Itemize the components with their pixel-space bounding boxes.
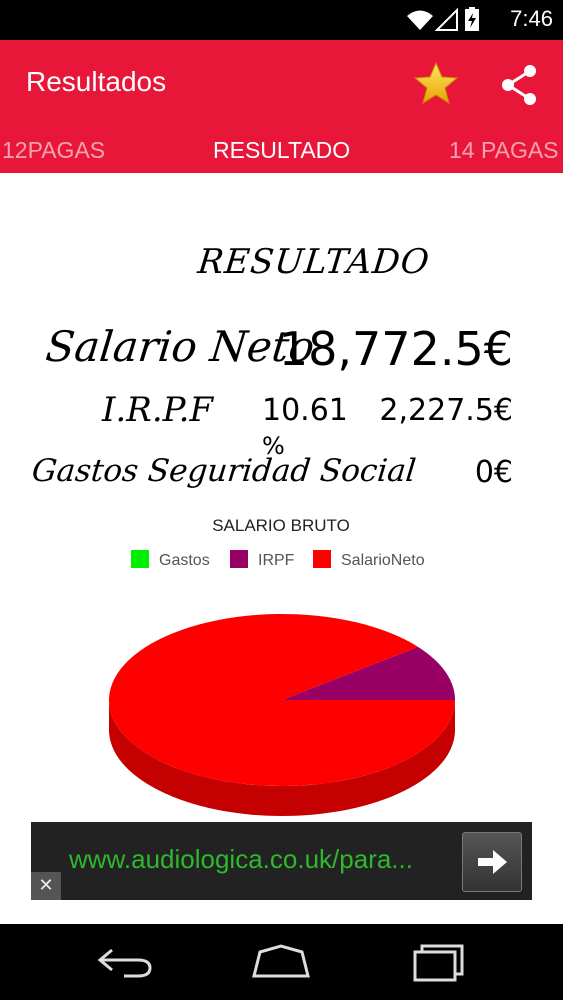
star-icon[interactable]	[412, 60, 460, 108]
ad-arrow-button[interactable]	[462, 832, 522, 892]
tab-resultado[interactable]: RESULTADO	[213, 137, 350, 164]
ad-link[interactable]: www.audiologica.co.uk/para...	[69, 844, 413, 875]
close-icon: ✕	[38, 875, 54, 896]
home-icon[interactable]	[250, 944, 312, 980]
legend-label-irpf: IRPF	[258, 552, 295, 569]
chart-title: SALARIO BRUTO	[212, 516, 350, 535]
arrow-right-icon	[478, 850, 507, 874]
app-bar: Resultados 12PAGAS RESULTADO 14 PAGAS	[0, 40, 563, 173]
salario-neto-value: 18,772.5€	[278, 322, 513, 376]
chart-legend: Gastos IRPF SalarioNeto	[131, 550, 425, 569]
pie-slice-salarioneto	[108, 614, 456, 786]
pie-chart-svg: SALARIO BRUTO Gastos IRPF SalarioNeto	[108, 516, 456, 816]
tab-12pagas[interactable]: 12PAGAS	[2, 137, 105, 164]
tab-14pagas[interactable]: 14 PAGAS	[449, 137, 559, 164]
legend-label-salarioneto: SalarioNeto	[341, 552, 425, 569]
status-icons	[407, 7, 479, 31]
navigation-bar	[0, 924, 563, 1000]
ad-banner[interactable]: www.audiologica.co.uk/para...	[31, 822, 532, 900]
salario-neto-label: Salario Neto	[43, 322, 317, 371]
gastos-value: 0€	[474, 455, 513, 490]
back-icon[interactable]	[94, 944, 156, 980]
share-icon[interactable]	[496, 62, 542, 108]
status-bar: 7:46	[0, 0, 563, 40]
recents-icon[interactable]	[410, 942, 468, 982]
legend-swatch-irpf	[230, 550, 248, 568]
battery-icon	[465, 7, 479, 31]
legend-swatch-gastos	[131, 550, 149, 568]
legend-label-gastos: Gastos	[159, 552, 210, 569]
legend-swatch-salarioneto	[313, 550, 331, 568]
wifi-icon	[407, 10, 433, 30]
status-time: 7:46	[510, 6, 553, 31]
irpf-label: I.R.P.F	[102, 390, 214, 430]
app-title: Resultados	[26, 66, 167, 97]
result-heading: RESULTADO	[195, 242, 432, 282]
ad-close-button[interactable]: ✕	[31, 872, 61, 900]
gastos-label: Gastos Seguridad Social	[30, 453, 418, 489]
signal-icon	[434, 7, 458, 31]
pie-chart: SALARIO BRUTO Gastos IRPF SalarioNeto	[0, 505, 563, 820]
irpf-value: 2,227.5€	[379, 393, 513, 428]
pie-slices	[108, 614, 456, 816]
irpf-percent: 10.61	[262, 393, 348, 428]
